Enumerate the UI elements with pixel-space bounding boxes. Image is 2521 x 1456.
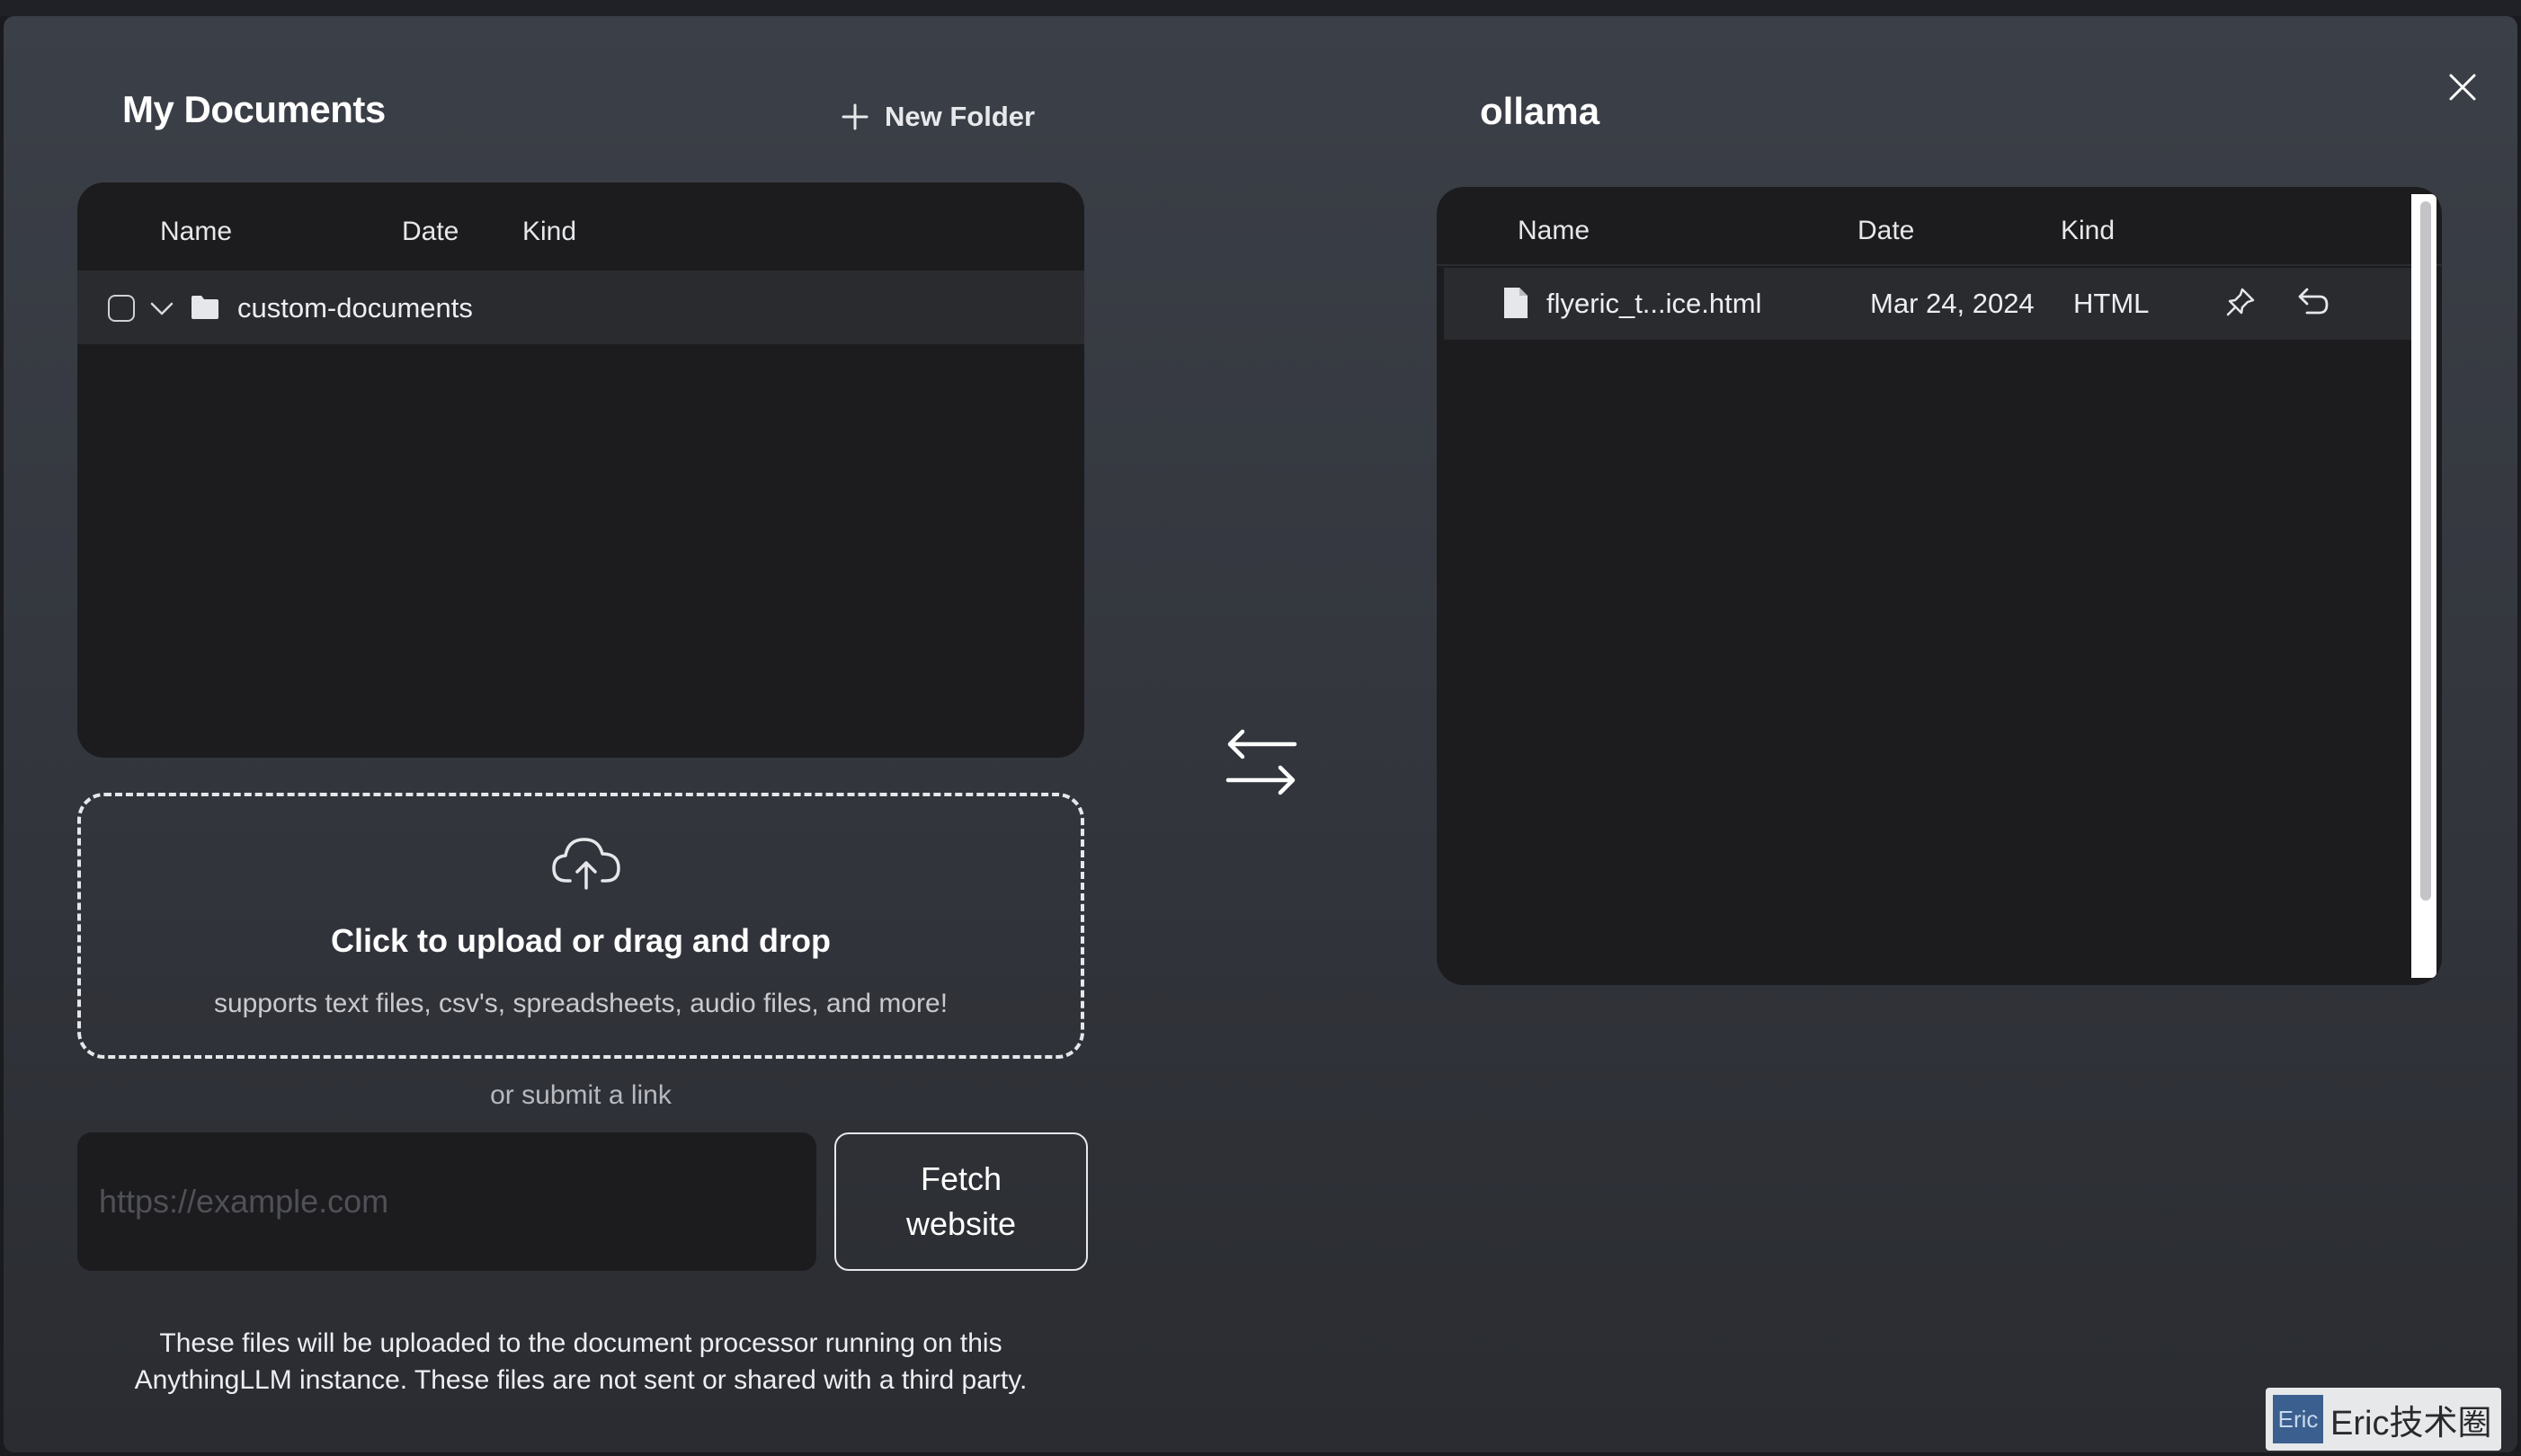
file-date: Mar 24, 2024 [1870, 288, 2035, 319]
new-folder-button[interactable]: New Folder [840, 95, 1035, 138]
undo-icon[interactable] [2294, 286, 2330, 318]
file-icon [1504, 288, 1528, 318]
new-folder-label: New Folder [885, 101, 1036, 132]
folder-checkbox[interactable] [108, 295, 135, 322]
scrollbar[interactable] [2411, 194, 2436, 978]
folder-name: custom-documents [237, 292, 473, 324]
workspace-title: ollama [1480, 90, 1600, 132]
upload-title: Click to upload or drag and drop [330, 922, 831, 959]
upload-disclaimer: These files will be uploaded to the docu… [77, 1325, 1084, 1398]
document-manager-modal: My Documents New Folder Name Date Kind c… [4, 16, 2517, 1452]
or-submit-link-label: or submit a link [490, 1080, 672, 1110]
my-documents-title: My Documents [122, 88, 386, 130]
fetch-website-label: Fetch website [906, 1157, 1016, 1247]
chevron-down-icon[interactable] [147, 294, 176, 323]
my-documents-table: Name Date Kind custom-documents [77, 182, 1084, 758]
scrollbar-thumb[interactable] [2420, 201, 2431, 901]
url-input[interactable] [77, 1132, 816, 1271]
close-button[interactable] [2444, 68, 2481, 106]
fetch-label-line1: Fetch [920, 1160, 1002, 1197]
file-name: flyeric_t...ice.html [1546, 288, 1762, 319]
swap-arrows-icon[interactable] [1223, 726, 1300, 798]
disclaimer-line2: AnythingLLM instance. These files are no… [134, 1365, 1028, 1395]
column-date: Date [1857, 216, 1915, 245]
plus-icon [842, 103, 869, 130]
column-kind: Kind [2061, 216, 2116, 245]
column-date: Date [402, 217, 459, 246]
close-icon [2449, 74, 2476, 101]
watermark-text: Eric技术圈 [2330, 1404, 2492, 1443]
watermark-badge: Eric [2273, 1395, 2323, 1443]
disclaimer-line1: These files will be uploaded to the docu… [159, 1328, 1002, 1358]
upload-dropzone[interactable]: Click to upload or drag and drop support… [77, 793, 1084, 1059]
folder-icon [192, 296, 218, 319]
column-kind: Kind [522, 217, 577, 246]
workspace-documents-table: Name Date Kind flyeric_t...ice.html Mar … [1437, 187, 2442, 985]
watermark: Eric Eric技术圈 [2266, 1388, 2501, 1451]
pin-icon[interactable] [2224, 286, 2257, 318]
column-name: Name [1518, 216, 1590, 245]
folder-row[interactable]: custom-documents [77, 272, 1084, 344]
upload-subtitle: supports text files, csv's, spreadsheets… [213, 989, 949, 1018]
column-name: Name [160, 217, 233, 246]
table-header: Name Date Kind [77, 182, 1084, 272]
cloud-upload-icon [552, 838, 620, 890]
backdrop [0, 0, 2521, 16]
fetch-website-button[interactable]: Fetch website [834, 1132, 1088, 1271]
table-header: Name Date Kind [1437, 187, 2442, 266]
fetch-label-line2: website [905, 1205, 1017, 1242]
file-row[interactable]: flyeric_t...ice.html Mar 24, 2024 HTML [1444, 268, 2415, 340]
file-kind: HTML [2073, 288, 2150, 319]
